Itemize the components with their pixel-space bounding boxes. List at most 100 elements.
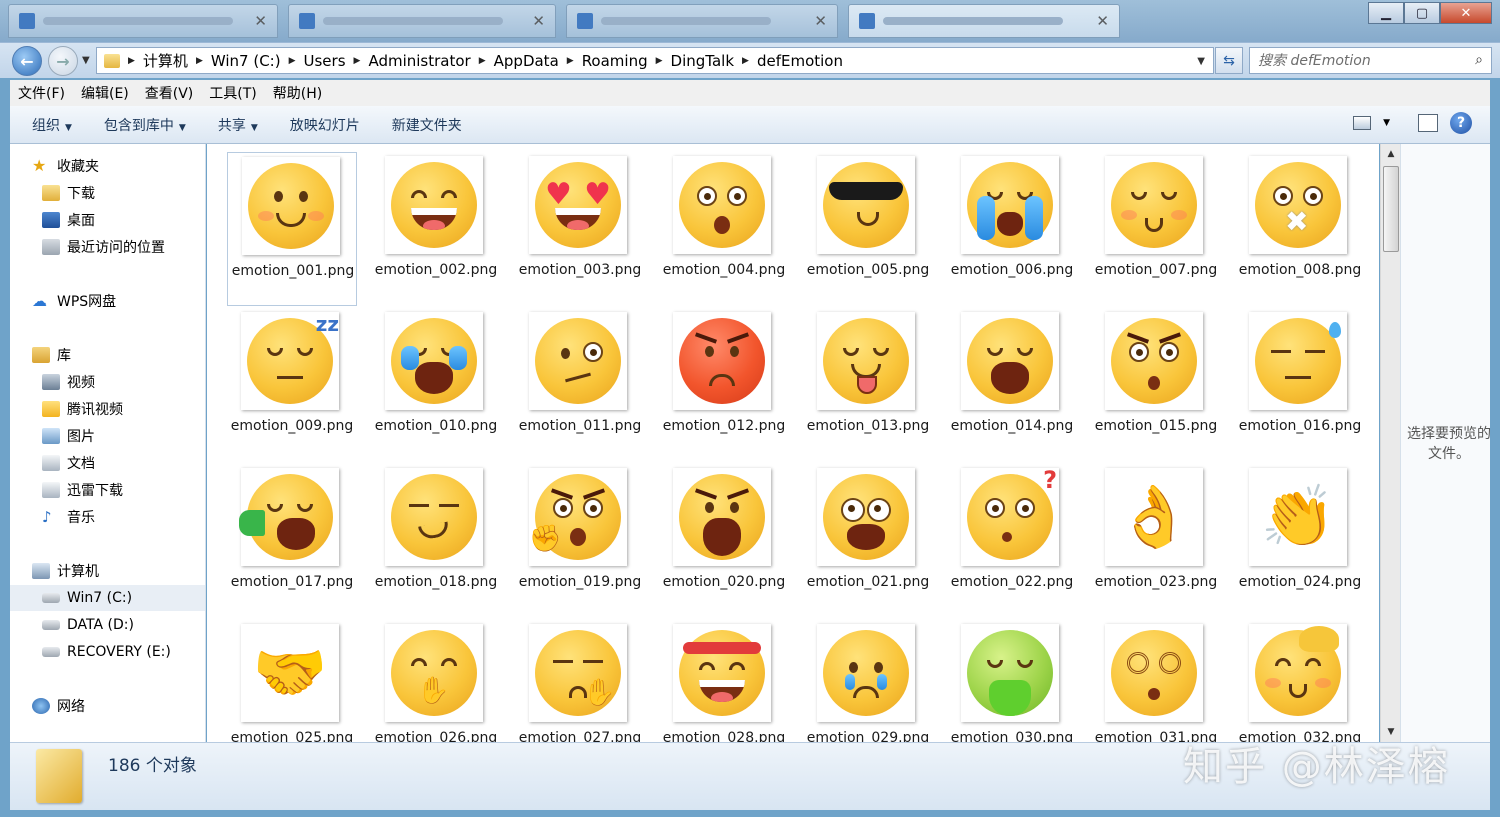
history-dropdown-icon[interactable]: ▼	[82, 55, 90, 66]
nav-xunlei[interactable]: 迅雷下载	[42, 479, 123, 501]
chevron-right-icon[interactable]: ▶	[354, 56, 361, 66]
nav-drive-d[interactable]: DATA (D:)	[42, 614, 134, 636]
chevron-right-icon[interactable]: ▶	[742, 56, 749, 66]
nav-desktop[interactable]: 桌面	[42, 209, 95, 231]
maximize-button[interactable]: ▢	[1404, 2, 1440, 24]
file-item[interactable]: emotion_012.png	[659, 308, 789, 462]
file-item[interactable]: emotion_021.png	[803, 464, 933, 618]
address-dropdown-icon[interactable]: ▼	[1197, 56, 1205, 67]
menu-view[interactable]: 查看(V)	[137, 83, 202, 103]
share-button[interactable]: 共享 ▼	[206, 115, 270, 135]
help-icon[interactable]: ?	[1450, 112, 1472, 134]
browser-tab[interactable]: ✕	[288, 4, 556, 38]
file-item[interactable]: emotion_014.png	[947, 308, 1077, 462]
file-item[interactable]: emotion_018.png	[371, 464, 501, 618]
nav-network[interactable]: 网络	[32, 695, 85, 717]
menu-edit[interactable]: 编辑(E)	[73, 83, 137, 103]
file-item[interactable]: emotion_015.png	[1091, 308, 1221, 462]
file-item[interactable]: emotion_001.png	[227, 152, 357, 306]
file-item[interactable]: emotion_016.png	[1235, 308, 1365, 462]
close-icon[interactable]: ✕	[532, 12, 545, 30]
search-input[interactable]	[1258, 52, 1458, 69]
forward-button[interactable]: →	[48, 46, 78, 76]
file-item[interactable]: emotion_004.png	[659, 152, 789, 306]
change-view-icon[interactable]	[1353, 116, 1372, 130]
file-item[interactable]: emotion_030.png	[947, 620, 1077, 742]
nav-music[interactable]: ♪ 音乐	[42, 506, 95, 528]
nav-downloads[interactable]: 下载	[42, 182, 95, 204]
scroll-up-icon[interactable]: ▲	[1383, 146, 1399, 162]
nav-libraries[interactable]: 库	[32, 344, 71, 366]
file-item[interactable]: ✊ emotion_019.png	[515, 464, 645, 618]
nav-computer[interactable]: 计算机	[32, 560, 99, 582]
organize-button[interactable]: 组织 ▼	[20, 115, 84, 135]
breadcrumb-item[interactable]: DingTalk	[671, 52, 734, 70]
file-item[interactable]: 👌 emotion_023.png	[1091, 464, 1221, 618]
file-item[interactable]: emotion_017.png	[227, 464, 357, 618]
file-item[interactable]: ? emotion_022.png	[947, 464, 1077, 618]
breadcrumb-item[interactable]: Roaming	[582, 52, 648, 70]
chevron-right-icon[interactable]: ▶	[128, 56, 135, 66]
breadcrumb-item[interactable]: Users	[304, 52, 346, 70]
file-item[interactable]: emotion_013.png	[803, 308, 933, 462]
browser-tab-active[interactable]: ✕	[848, 4, 1120, 38]
file-item[interactable]: emotion_028.png	[659, 620, 789, 742]
breadcrumb-item[interactable]: Win7 (C:)	[211, 52, 281, 70]
back-button[interactable]: ←	[12, 46, 42, 76]
preview-pane-icon[interactable]	[1418, 114, 1438, 132]
breadcrumb-item[interactable]: 计算机	[143, 50, 188, 71]
nav-tencent-video[interactable]: 腾讯视频	[42, 398, 123, 420]
file-item[interactable]: emotion_031.png	[1091, 620, 1221, 742]
search-icon[interactable]: ⌕	[1475, 52, 1483, 68]
close-button[interactable]: ✕	[1440, 2, 1492, 24]
nav-video[interactable]: 视频	[42, 371, 95, 393]
vertical-scrollbar[interactable]: ▲ ▼	[1380, 144, 1400, 742]
breadcrumb-item[interactable]: Administrator	[368, 52, 470, 70]
chevron-right-icon[interactable]: ▶	[289, 56, 296, 66]
file-item[interactable]: emotion_010.png	[371, 308, 501, 462]
menu-tools[interactable]: 工具(T)	[201, 83, 264, 103]
file-item[interactable]: ✖ emotion_008.png	[1235, 152, 1365, 306]
minimize-button[interactable]: ▁	[1368, 2, 1404, 24]
file-item[interactable]: emotion_032.png	[1235, 620, 1365, 742]
slideshow-button[interactable]: 放映幻灯片	[278, 115, 372, 135]
file-item[interactable]: emotion_006.png	[947, 152, 1077, 306]
new-folder-button[interactable]: 新建文件夹	[380, 115, 474, 135]
close-icon[interactable]: ✕	[254, 12, 267, 30]
nav-pictures[interactable]: 图片	[42, 425, 95, 447]
file-item[interactable]: ✋ emotion_026.png	[371, 620, 501, 742]
file-item[interactable]: emotion_029.png	[803, 620, 933, 742]
refresh-button[interactable]: ⇆	[1215, 47, 1243, 74]
file-item[interactable]: emotion_007.png	[1091, 152, 1221, 306]
address-bar[interactable]: ▶ 计算机 ▶ Win7 (C:) ▶ Users ▶ Administrator ▶ A…	[96, 47, 1214, 74]
chevron-right-icon[interactable]: ▶	[196, 56, 203, 66]
browser-tab[interactable]: ✕	[8, 4, 278, 38]
nav-drive-e[interactable]: RECOVERY (E:)	[42, 641, 171, 663]
nav-documents[interactable]: 文档	[42, 452, 95, 474]
file-list[interactable]: emotion_001.png emotion_002.png ♥ ♥ emotion_…	[207, 144, 1379, 742]
browser-tab[interactable]: ✕	[566, 4, 838, 38]
file-item[interactable]: ✋ emotion_027.png	[515, 620, 645, 742]
file-item[interactable]: 🤝 emotion_025.png	[227, 620, 357, 742]
file-item[interactable]: ♥ ♥ emotion_003.png	[515, 152, 645, 306]
close-icon[interactable]: ✕	[814, 12, 827, 30]
nav-wps[interactable]: ☁ WPS网盘	[32, 290, 116, 312]
nav-favorites[interactable]: ★ 收藏夹	[32, 155, 99, 177]
chevron-right-icon[interactable]: ▶	[567, 56, 574, 66]
include-library-button[interactable]: 包含到库中 ▼	[92, 115, 198, 135]
chevron-right-icon[interactable]: ▶	[479, 56, 486, 66]
file-item[interactable]: 👏 emotion_024.png	[1235, 464, 1365, 618]
menu-file[interactable]: 文件(F)	[10, 83, 73, 103]
file-item[interactable]: emotion_020.png	[659, 464, 789, 618]
menu-help[interactable]: 帮助(H)	[265, 83, 330, 103]
scroll-thumb[interactable]	[1383, 166, 1399, 252]
nav-recent[interactable]: 最近访问的位置	[42, 236, 165, 258]
close-icon[interactable]: ✕	[1096, 12, 1109, 30]
file-item[interactable]: emotion_005.png	[803, 152, 933, 306]
file-item[interactable]: emotion_002.png	[371, 152, 501, 306]
file-item[interactable]: emotion_011.png	[515, 308, 645, 462]
breadcrumb-item[interactable]: AppData	[494, 52, 559, 70]
file-item[interactable]: zz emotion_009.png	[227, 308, 357, 462]
nav-drive-c[interactable]: Win7 (C:)	[10, 585, 205, 611]
breadcrumb-item[interactable]: defEmotion	[757, 52, 843, 70]
